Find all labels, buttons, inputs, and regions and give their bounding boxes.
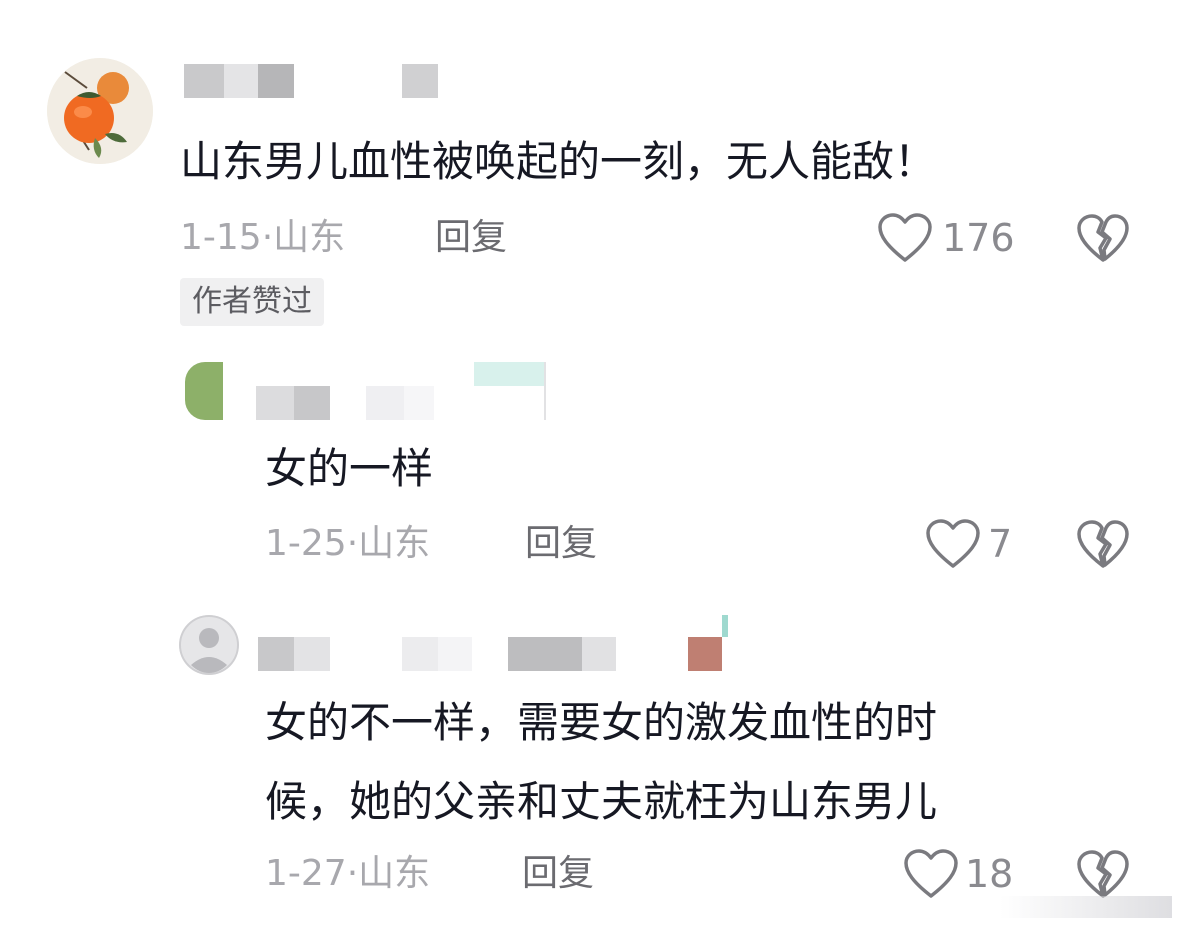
reply-button[interactable]: 回复 [435,216,507,260]
comment-date: 1-15·山东 [180,216,345,260]
like-count: 176 [942,216,1015,260]
broken-heart-icon [1077,214,1129,262]
dislike-button[interactable] [1076,520,1130,570]
region-value: 山东 [273,217,346,258]
date-value: 1-15· [180,217,274,258]
comment-date: 1-25·山东 [265,522,430,566]
heart-outline-icon [926,519,980,568]
username-redacted[interactable] [184,64,440,98]
dislike-button[interactable] [1076,850,1130,900]
reply-button[interactable]: 回复 [525,522,597,566]
like-button[interactable] [877,212,933,264]
like-count: 18 [965,852,1014,896]
comment-text-line-2: 候，她的父亲和丈夫就枉为山东男儿 [265,777,938,826]
comment-text-line-1: 女的不一样，需要女的激发血性的时 [265,698,938,747]
heart-outline-icon [878,213,932,262]
heart-outline-icon [904,849,958,898]
broken-heart-icon [1077,850,1129,898]
comment-text: 山东男儿血性被唤起的一刻，无人能敌！ [180,137,937,186]
user-avatar[interactable] [47,58,153,164]
username-redacted[interactable] [256,362,546,420]
like-count: 7 [988,522,1013,566]
persimmon-avatar-icon [47,58,153,164]
reply-button[interactable]: 回复 [522,852,594,896]
username-redacted[interactable] [258,615,738,671]
default-user-avatar[interactable] [179,615,239,675]
user-avatar[interactable] [185,362,223,420]
date-value: 1-27· [265,853,359,894]
dislike-button[interactable] [1076,214,1130,264]
author-liked-badge: 作者赞过 [180,278,324,326]
region-value: 山东 [358,523,431,564]
like-button[interactable] [925,518,981,570]
date-value: 1-25· [265,523,359,564]
like-button[interactable] [903,848,959,900]
comment-date: 1-27·山东 [265,852,430,896]
region-value: 山东 [358,853,431,894]
default-user-avatar-icon [179,615,239,675]
comment-text: 女的一样 [265,444,434,493]
broken-heart-icon [1077,520,1129,568]
watermark-strip [1000,896,1172,918]
